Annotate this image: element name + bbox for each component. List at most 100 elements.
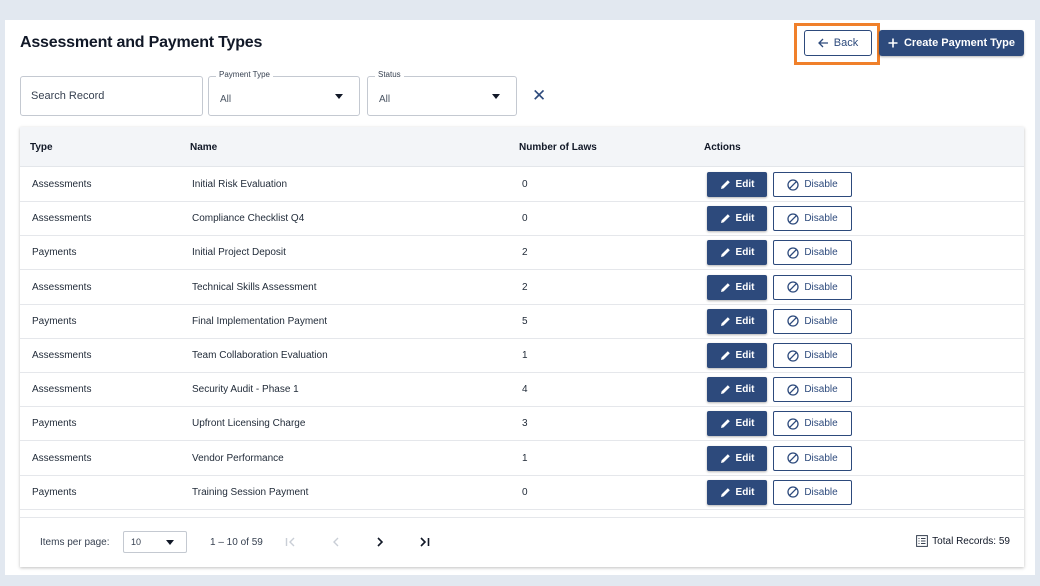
list-icon <box>916 535 929 547</box>
first-page-button[interactable] <box>282 533 300 551</box>
edit-button-label: Edit <box>735 350 755 361</box>
edit-button-label: Edit <box>735 452 755 464</box>
ban-icon <box>787 349 799 362</box>
row-name: Security Audit - Phase 1 <box>192 384 299 396</box>
total-records-label: Total Records: 59 <box>932 535 1010 547</box>
disable-button[interactable]: Disable <box>773 343 852 368</box>
disable-button-label: Disable <box>804 384 838 396</box>
row-name: Vendor Performance <box>192 452 284 464</box>
table-row: Payments Training Session Payment 0 Edit Dis… <box>20 476 1024 510</box>
row-type: Assessments <box>32 452 92 464</box>
edit-button[interactable]: Edit <box>707 479 767 505</box>
items-per-page-value: 10 <box>131 537 142 547</box>
caret-down-icon <box>492 94 500 99</box>
row-type: Assessments <box>32 179 92 190</box>
items-per-page-select[interactable]: 10 <box>123 531 187 553</box>
next-page-button[interactable] <box>371 533 389 551</box>
row-name: Final Implementation Payment <box>192 315 328 327</box>
edit-button[interactable]: Edit <box>707 274 767 300</box>
create-payment-type-button[interactable]: Create Payment Type <box>879 30 1024 56</box>
pencil-icon <box>720 487 730 497</box>
previous-page-button[interactable] <box>327 533 345 551</box>
create-button-label: Create Payment Type <box>903 37 1016 49</box>
disable-button[interactable]: Disable <box>773 377 852 403</box>
caret-down-icon <box>335 94 343 99</box>
search-input[interactable]: Search Record <box>20 76 203 116</box>
disable-button-label: Disable <box>804 247 838 259</box>
column-header-actions: Actions <box>704 142 741 153</box>
chevron-right-icon <box>377 537 384 547</box>
row-name: Technical Skills Assessment <box>192 281 317 293</box>
table-row: Assessments Technical Skills Assessment 2 E… <box>20 271 1024 305</box>
row-laws: 1 <box>522 350 528 361</box>
clear-filters-icon[interactable]: ✕ <box>532 87 546 104</box>
back-button[interactable]: Back <box>804 30 872 56</box>
edit-button[interactable]: Edit <box>707 240 767 266</box>
disable-button[interactable]: Disable <box>773 206 852 232</box>
disable-button-label: Disable <box>804 418 838 430</box>
table-row: Payments Upfront Licensing Charge 3 Edit Dis… <box>20 407 1024 442</box>
pencil-icon <box>720 180 730 189</box>
status-value: All <box>379 94 391 105</box>
pencil-icon <box>720 248 730 258</box>
ban-icon <box>787 452 799 464</box>
edit-button[interactable]: Edit <box>707 308 767 334</box>
items-per-page-label: Items per page: <box>40 537 110 548</box>
row-name: Compliance Checklist Q4 <box>192 213 305 225</box>
ban-icon <box>787 247 799 259</box>
pencil-icon <box>720 351 730 360</box>
ban-icon <box>787 281 799 293</box>
disable-button-label: Disable <box>804 452 838 464</box>
pencil-icon <box>720 385 730 395</box>
disable-button[interactable]: Disable <box>773 445 852 471</box>
ban-icon <box>787 384 799 396</box>
plus-icon <box>888 38 898 48</box>
disable-button[interactable]: Disable <box>773 411 852 437</box>
row-name: Training Session Payment <box>192 486 309 498</box>
edit-button[interactable]: Edit <box>707 445 767 471</box>
row-laws: 4 <box>522 384 528 396</box>
disable-button[interactable]: Disable <box>773 240 852 266</box>
edit-button[interactable]: Edit <box>707 206 767 232</box>
edit-button[interactable]: Edit <box>707 411 767 437</box>
page-title: Assessment and Payment Types <box>20 34 263 51</box>
pencil-icon <box>720 419 730 429</box>
edit-button[interactable]: Edit <box>707 377 767 403</box>
row-laws: 0 <box>522 486 528 498</box>
column-header-laws: Number of Laws <box>519 142 597 153</box>
arrow-left-icon <box>817 38 828 48</box>
disable-button[interactable]: Disable <box>773 308 852 334</box>
edit-button[interactable]: Edit <box>707 343 767 368</box>
edit-button-label: Edit <box>735 486 755 498</box>
row-type: Payments <box>32 315 77 327</box>
back-button-label: Back <box>833 37 859 49</box>
table-row: Payments Final Implementation Payment 5 Edi… <box>20 305 1024 339</box>
column-header-type: Type <box>30 142 53 153</box>
row-type: Assessments <box>32 350 92 361</box>
disable-button-label: Disable <box>804 350 838 361</box>
payment-type-value: All <box>220 94 232 105</box>
table-row: Assessments Initial Risk Evaluation 0 Edit D… <box>20 168 1024 202</box>
payment-type-select[interactable]: Payment Type All <box>208 70 360 116</box>
disable-button[interactable]: Disable <box>773 172 852 197</box>
row-name: Initial Risk Evaluation <box>192 179 288 190</box>
edit-button-label: Edit <box>735 213 755 225</box>
row-type: Assessments <box>32 384 92 396</box>
last-page-button[interactable] <box>415 533 433 551</box>
chevron-left-icon <box>333 537 339 547</box>
total-records: Total Records: 59 <box>916 535 1010 547</box>
edit-button[interactable]: Edit <box>707 172 767 197</box>
row-name: Initial Project Deposit <box>192 247 286 259</box>
table-row: Payments Initial Project Deposit 2 Edit Disa… <box>20 236 1024 271</box>
status-select[interactable]: Status All <box>367 70 517 116</box>
disable-button[interactable]: Disable <box>773 479 852 505</box>
ban-icon <box>787 178 799 191</box>
first-page-icon <box>285 537 295 547</box>
row-type: Assessments <box>32 213 92 225</box>
ban-icon <box>787 418 799 430</box>
edit-button-label: Edit <box>735 281 755 293</box>
disable-button[interactable]: Disable <box>773 274 852 300</box>
row-type: Payments <box>32 418 77 430</box>
row-name: Upfront Licensing Charge <box>192 418 306 430</box>
edit-button-label: Edit <box>735 179 755 190</box>
